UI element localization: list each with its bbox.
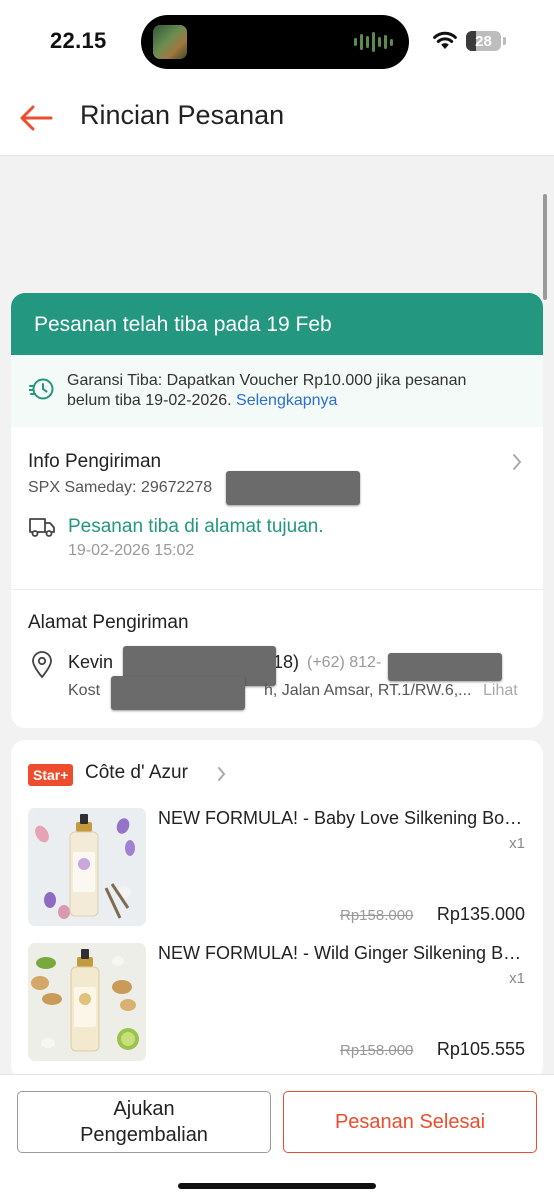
shop-name[interactable]: Côte d' Azur [85, 762, 188, 784]
product-image [28, 808, 146, 926]
guarantee-text-line1: Garansi Tiba: Dapatkan Voucher Rp10.000 … [67, 372, 467, 389]
address-line-prefix: Kost [68, 682, 101, 699]
delivery-timestamp: 19-02-2026 15:02 [68, 542, 195, 559]
product-name: NEW FORMULA! - Wild Ginger Silkening Bod… [158, 943, 528, 963]
scrollbar[interactable] [543, 194, 547, 300]
star-plus-badge: Star+ [28, 764, 74, 786]
back-arrow-icon [20, 105, 53, 131]
shop-products-card: Star+ Côte d' Azur NEW FORMULA! - Baby L… [11, 740, 543, 1080]
address-title: Alamat Pengiriman [28, 612, 189, 633]
order-status-card: Pesanan telah tiba pada 19 Feb Garansi T… [11, 293, 543, 728]
redacted-phone [388, 653, 502, 681]
back-button[interactable] [16, 98, 56, 138]
wifi-icon [433, 31, 457, 49]
courier-tracking: SPX Sameday: 29672278 [28, 479, 213, 496]
product-price: Rp105.555 [436, 1039, 525, 1059]
address-line-suffix: h, Jalan Amsar, RT.1/RW.6,... [264, 682, 472, 699]
product-item[interactable]: NEW FORMULA! - Wild Ginger Silkening Bod… [11, 935, 543, 1063]
request-return-label-line1: Ajukan [113, 1098, 175, 1120]
product-quantity: x1 [509, 835, 525, 852]
audio-waveform-icon [354, 32, 393, 52]
product-item[interactable]: NEW FORMULA! - Baby Love Silkening Body … [11, 800, 543, 928]
order-complete-button[interactable]: Pesanan Selesai [283, 1091, 537, 1153]
truck-icon [29, 518, 55, 537]
clock-time: 22.15 [50, 28, 107, 53]
dynamic-island[interactable] [141, 15, 409, 69]
page-title: Rincian Pesanan [80, 100, 285, 130]
request-return-button[interactable]: Ajukan Pengembalian [17, 1091, 271, 1153]
address-more-link[interactable]: Lihat [483, 682, 518, 700]
location-pin-icon [32, 651, 52, 679]
recipient-name-suffix: 18) [273, 652, 300, 672]
home-indicator[interactable] [178, 1183, 376, 1189]
arrival-banner: Pesanan telah tiba pada 19 Feb [11, 293, 543, 355]
product-price: Rp135.000 [436, 904, 525, 924]
battery-percentage: 28 [475, 32, 492, 50]
arrival-guarantee: Garansi Tiba: Dapatkan Voucher Rp10.000 … [11, 355, 543, 427]
request-return-label-line2: Pengembalian [80, 1124, 208, 1146]
shipping-info-title: Info Pengiriman [28, 451, 162, 472]
clock-guarantee-icon [29, 378, 54, 400]
status-bar: 22.15 28 [0, 0, 554, 80]
bottom-action-bar: Ajukan Pengembalian Pesanan Selesai [0, 1074, 554, 1200]
redacted-address [111, 676, 245, 710]
guarantee-text-line2-wrap: belum tiba 19-02-2026. Selengkapnya [67, 391, 525, 411]
battery-cap [503, 37, 506, 45]
shipping-info-section[interactable]: Info Pengiriman SPX Sameday: 29672278 Pe… [11, 427, 543, 589]
product-name: NEW FORMULA! - Baby Love Silkening Body … [158, 808, 528, 828]
now-playing-artwork [153, 25, 187, 59]
product-image [28, 943, 146, 1061]
shipping-address-section[interactable]: Alamat Pengiriman Kevin 18) (+62) 812- K… [11, 590, 543, 728]
battery-icon: 28 [466, 31, 501, 51]
recipient-phone: (+62) 812- [307, 654, 382, 671]
guarantee-text-line2: belum tiba 19-02-2026. [67, 392, 232, 409]
product-original-price: Rp158.000 [340, 907, 414, 924]
chevron-right-icon [218, 767, 226, 781]
guarantee-more-link[interactable]: Selengkapnya [236, 392, 337, 409]
product-original-price: Rp158.000 [340, 1042, 414, 1059]
page-header: Rincian Pesanan [0, 80, 554, 156]
delivery-status: Pesanan tiba di alamat tujuan. [68, 516, 324, 537]
product-quantity: x1 [509, 970, 525, 987]
chevron-right-icon [513, 454, 522, 470]
redacted-tracking [226, 471, 360, 505]
recipient-name: Kevin [68, 652, 114, 672]
